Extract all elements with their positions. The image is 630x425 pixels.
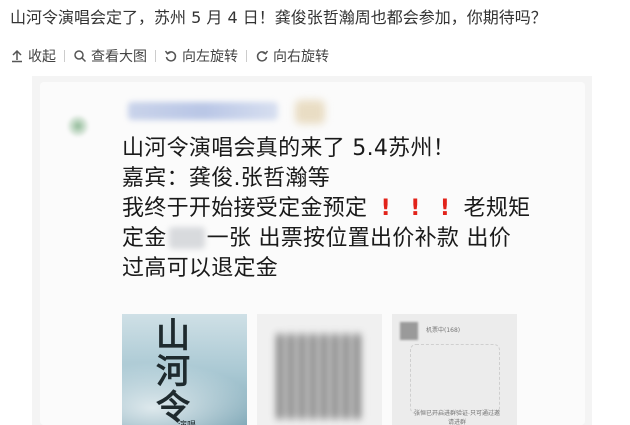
post-text: 山河令演唱会真的来了 5.4苏州！ 嘉宾：龚俊.张哲瀚等 我终于开始接受定金预定… xyxy=(122,134,577,284)
blurred-qr-thumbnail xyxy=(257,314,382,425)
rotate-left-label: 向左旋转 xyxy=(182,49,238,65)
view-large-label: 查看大图 xyxy=(91,49,147,65)
blurred-emoji xyxy=(295,100,325,124)
poster-thumbnail: 山河令 演唱 xyxy=(122,314,247,425)
rotate-right-button[interactable]: 向右旋转 xyxy=(247,44,337,68)
post-text-fragment: 定金 xyxy=(122,226,167,251)
group-name: 机票中(168) xyxy=(426,327,461,334)
exclamation-icon: ! xyxy=(439,196,451,221)
qr-code-icon xyxy=(277,334,362,419)
placeholder-frame xyxy=(410,344,500,414)
post-line: 我终于开始接受定金预定 ! ! ! 老规矩 xyxy=(122,194,577,224)
image-toolbar: 收起 查看大图 向左旋转 向右旋转 xyxy=(0,44,630,68)
group-invite-thumbnail: 机票中(168) 张恒已开启进群验证 只可通过邀请进群 xyxy=(392,314,517,425)
poster-subtitle: 演唱 xyxy=(178,418,196,425)
post-text-fragment: 一张 出票按位置出价补款 出价 xyxy=(206,226,512,251)
blurred-username xyxy=(128,102,278,120)
rotate-right-label: 向右旋转 xyxy=(273,49,329,65)
rotate-left-icon xyxy=(164,50,177,62)
post-line: 定金 一张 出票按位置出价补款 出价 xyxy=(122,224,577,254)
article-image[interactable]: 山河令演唱会真的来了 5.4苏州！ 嘉宾：龚俊.张哲瀚等 我终于开始接受定金预定… xyxy=(32,76,592,425)
post-line: 嘉宾：龚俊.张哲瀚等 xyxy=(122,166,330,191)
rotate-left-button[interactable]: 向左旋转 xyxy=(156,44,246,68)
exclamation-icon: ! xyxy=(410,196,421,221)
magnifier-icon xyxy=(74,50,87,63)
view-large-button[interactable]: 查看大图 xyxy=(65,44,155,68)
group-avatar-icon xyxy=(400,322,418,340)
avatar xyxy=(68,116,88,136)
social-post-screenshot: 山河令演唱会真的来了 5.4苏州！ 嘉宾：龚俊.张哲瀚等 我终于开始接受定金预定… xyxy=(40,82,585,425)
rotate-right-icon xyxy=(256,50,269,62)
arrow-up-icon xyxy=(12,49,22,63)
article-headline: 山河令演唱会定了，苏州 5 月 4 日！龚俊张哲瀚周也都会参加，你期待吗？ xyxy=(10,8,547,27)
post-line: 山河令演唱会真的来了 5.4苏州！ xyxy=(122,136,456,161)
post-text-fragment: 老规矩 xyxy=(463,196,531,221)
group-invite-note: 张恒已开启进群验证 只可通过邀请进群 xyxy=(414,410,500,425)
poster-title: 山河令 xyxy=(156,316,190,425)
exclamation-icon: ! xyxy=(380,196,391,221)
post-line: 过高可以退定金 xyxy=(122,256,279,281)
blurred-price xyxy=(168,227,205,249)
collapse-label: 收起 xyxy=(28,49,56,65)
collapse-button[interactable]: 收起 xyxy=(0,44,64,68)
post-text-fragment: 我终于开始接受定金预定 xyxy=(122,196,368,221)
